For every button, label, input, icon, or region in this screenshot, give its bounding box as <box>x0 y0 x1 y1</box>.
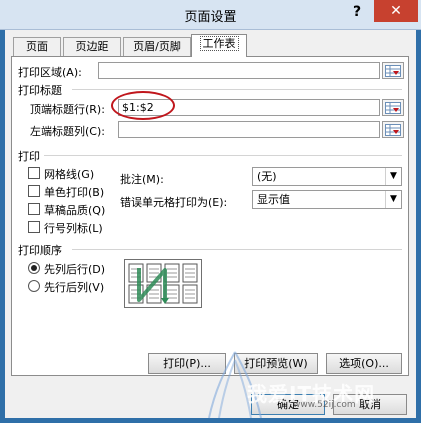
options-button[interactable]: 选项(O)... <box>326 353 402 374</box>
black-white-label: 单色打印(B) <box>44 186 105 199</box>
print-group-label: 打印 <box>18 150 40 163</box>
page-order-preview <box>124 259 202 308</box>
page-order-preview-icon <box>128 263 198 304</box>
cell-errors-select-value: 显示值 <box>257 193 290 206</box>
page-order-group-label: 打印顺序 <box>18 244 62 257</box>
print-separator <box>44 155 402 156</box>
tab-page-label: 页面 <box>26 40 48 53</box>
cancel-button[interactable]: 取消 <box>333 394 407 415</box>
print-area-label: 打印区域(A): <box>18 66 82 79</box>
print-area-picker-button[interactable] <box>382 62 404 79</box>
tab-header-footer[interactable]: 页眉/页脚 <box>123 37 191 56</box>
page-order-separator <box>72 249 402 250</box>
tab-margins[interactable]: 页边距 <box>63 37 121 56</box>
left-cols-picker-button[interactable] <box>382 121 404 138</box>
range-picker-icon <box>385 65 401 77</box>
print-preview-button[interactable]: 打印预览(W) <box>234 353 318 374</box>
close-button[interactable]: ✕ <box>374 0 418 22</box>
gridlines-checkbox[interactable] <box>28 167 40 179</box>
down-then-over-label: 先列后行(D) <box>44 263 106 276</box>
draft-quality-checkbox[interactable] <box>28 203 40 215</box>
help-button[interactable]: ? <box>348 2 366 22</box>
range-picker-icon <box>385 124 401 136</box>
row-col-headings-label: 行号列标(L) <box>44 222 103 235</box>
draft-quality-label: 草稿品质(Q) <box>44 204 106 217</box>
down-then-over-radio[interactable] <box>28 262 40 274</box>
over-then-down-label: 先行后列(V) <box>44 281 105 294</box>
annotation-ellipse <box>111 91 175 120</box>
tab-sheet-label: 工作表 <box>199 36 239 51</box>
comments-select-value: (无) <box>257 170 277 183</box>
dropdown-arrow-icon: ▼ <box>385 168 401 185</box>
print-titles-separator <box>72 89 402 90</box>
left-cols-label: 左端标题列(C): <box>30 125 105 138</box>
print-area-input[interactable] <box>98 62 380 79</box>
print-button[interactable]: 打印(P)... <box>148 353 226 374</box>
sheet-panel: 打印区域(A): 打印标题 顶端标题行(R): $1:$2 左端标题列(C): … <box>11 56 409 376</box>
dialog-client: 页面 页边距 页眉/页脚 工作表 打印区域(A): 打印标题 顶端标题行(R):… <box>5 30 416 418</box>
cell-errors-label: 错误单元格打印为(E): <box>120 196 228 209</box>
cell-errors-select[interactable]: 显示值 ▼ <box>252 190 402 209</box>
over-then-down-radio[interactable] <box>28 280 40 292</box>
tab-margins-label: 页边距 <box>75 40 109 53</box>
gridlines-label: 网格线(G) <box>44 168 95 181</box>
print-titles-group-label: 打印标题 <box>18 84 62 97</box>
comments-select[interactable]: (无) ▼ <box>252 167 402 186</box>
left-cols-input[interactable] <box>118 121 380 138</box>
tab-page[interactable]: 页面 <box>13 37 61 56</box>
black-white-checkbox[interactable] <box>28 185 40 197</box>
tab-sheet[interactable]: 工作表 <box>191 34 247 57</box>
range-picker-icon <box>385 102 401 114</box>
ok-button[interactable]: 确定 <box>251 394 325 415</box>
top-rows-label: 顶端标题行(R): <box>30 103 105 116</box>
title-bar: 页面设置 ? ✕ <box>0 0 421 30</box>
top-rows-picker-button[interactable] <box>382 99 404 116</box>
tab-header-footer-label: 页眉/页脚 <box>133 40 181 53</box>
dropdown-arrow-icon: ▼ <box>385 191 401 208</box>
row-col-headings-checkbox[interactable] <box>28 221 40 233</box>
comments-label: 批注(M): <box>120 173 164 186</box>
